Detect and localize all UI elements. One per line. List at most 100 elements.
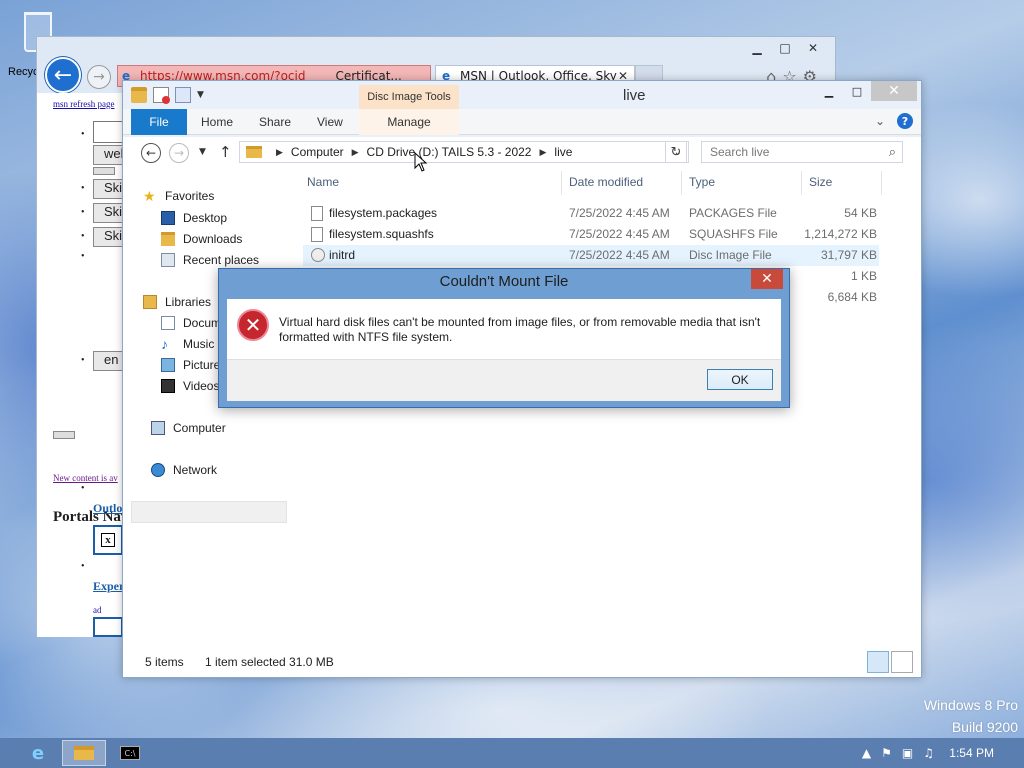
details-view-icon[interactable]: [867, 651, 889, 673]
maximize-button[interactable]: □: [843, 81, 871, 101]
page-input-box[interactable]: [93, 121, 125, 143]
breadcrumb-separator-icon[interactable]: ▶: [352, 147, 359, 158]
forward-button[interactable]: →: [87, 65, 111, 89]
file-row[interactable]: filesystem.squashfs 7/25/2022 4:45 AM SQ…: [303, 224, 879, 245]
large-icons-view-icon[interactable]: [891, 651, 913, 673]
file-row-selected[interactable]: initrd 7/25/2022 4:45 AM Disc Image File…: [303, 245, 879, 266]
selection-info: 1 item selected 31.0 MB: [205, 655, 334, 669]
breadcrumb-computer[interactable]: Computer: [291, 145, 344, 159]
address-bar[interactable]: ▶ Computer ▶ CD Drive (D:) TAILS 5.3 - 2…: [239, 141, 689, 163]
browser-window-controls: ▁ □ ✕: [743, 39, 827, 57]
ad-label: ad: [93, 605, 102, 615]
pictures-icon: [161, 358, 175, 372]
nav-libraries[interactable]: Libraries: [143, 295, 211, 309]
ribbon-tabs: File Home Share View Manage: [123, 109, 921, 135]
nav-recent-places[interactable]: Recent places: [161, 253, 259, 267]
disc-image-tools-tab-group: Disc Image Tools: [359, 85, 459, 109]
new-content-link[interactable]: New content is av: [53, 473, 118, 483]
broken-image[interactable]: x: [93, 525, 123, 555]
taskbar-ie-button[interactable]: e: [16, 740, 60, 766]
forward-button[interactable]: →: [169, 143, 189, 163]
explorer-window-controls: ▁ □ ✕: [815, 81, 917, 101]
page-small-button[interactable]: [53, 431, 75, 439]
volume-icon[interactable]: ♫: [923, 746, 934, 760]
back-button[interactable]: ←: [45, 57, 81, 93]
explorer-titlebar[interactable]: ▼ Disc Image Tools live ▁ □ ✕: [123, 81, 921, 109]
taskbar-cmd-button[interactable]: C:\: [108, 740, 152, 766]
back-arrow-icon: ←: [53, 62, 73, 88]
breadcrumb-separator-icon[interactable]: ▶: [276, 147, 283, 158]
network-icon[interactable]: ▣: [902, 746, 913, 760]
nav-videos[interactable]: Videos: [161, 379, 219, 393]
close-button[interactable]: ✕: [871, 81, 917, 101]
column-header-date[interactable]: Date modified: [569, 175, 643, 189]
nav-computer[interactable]: Computer: [151, 421, 226, 435]
taskbar-explorer-button[interactable]: [62, 740, 106, 766]
tab-file[interactable]: File: [131, 109, 187, 135]
show-hidden-icons-icon[interactable]: ▲: [862, 746, 871, 760]
nav-label: Recent places: [183, 253, 260, 267]
nav-label: Picture: [183, 358, 221, 372]
column-header-name[interactable]: Name: [307, 175, 339, 189]
error-dialog[interactable]: Couldn't Mount File ✕ ✕ Virtual hard dis…: [218, 268, 790, 408]
navigation-bar: ← → ▼ ↑ ▶ Computer ▶ CD Drive (D:) TAILS…: [123, 137, 921, 167]
ok-button[interactable]: OK: [707, 369, 773, 390]
column-divider[interactable]: [681, 171, 682, 195]
recycle-bin-label: Recyc: [8, 66, 39, 78]
refresh-link[interactable]: msn refresh page: [53, 99, 114, 109]
column-divider[interactable]: [881, 171, 882, 195]
column-header-size[interactable]: Size: [809, 175, 832, 189]
minimize-button[interactable]: ▁: [743, 39, 771, 57]
command-prompt-icon: C:\: [120, 746, 140, 760]
close-button[interactable]: ✕: [799, 39, 827, 57]
experience-link[interactable]: Exper: [93, 579, 124, 594]
breadcrumb-separator-icon[interactable]: ▶: [539, 147, 546, 158]
bullet: •: [81, 561, 85, 572]
properties-icon[interactable]: [153, 87, 170, 104]
outlook-link[interactable]: Outlo: [93, 501, 122, 516]
tab-manage[interactable]: Manage: [359, 109, 459, 135]
action-center-flag-icon[interactable]: ⚑: [881, 746, 892, 760]
nav-documents[interactable]: Docum: [161, 316, 221, 330]
search-placeholder: Search live: [710, 145, 770, 159]
tab-home[interactable]: Home: [201, 109, 233, 135]
bullet: •: [81, 129, 85, 140]
nav-desktop[interactable]: Desktop: [161, 211, 227, 225]
column-header-type[interactable]: Type: [689, 175, 715, 189]
customize-toolbar-icon[interactable]: ▼: [197, 90, 204, 100]
dialog-close-button[interactable]: ✕: [751, 269, 783, 289]
file-date: 7/25/2022 4:45 AM: [569, 206, 670, 220]
page-small-button[interactable]: [93, 167, 115, 175]
back-button[interactable]: ←: [141, 143, 161, 163]
nav-favorites[interactable]: ★ Favorites: [143, 189, 214, 203]
new-folder-icon[interactable]: [175, 87, 191, 103]
expand-ribbon-icon[interactable]: ⌄: [875, 114, 885, 128]
nav-music[interactable]: ♪ Music: [161, 337, 214, 351]
maximize-button[interactable]: □: [771, 39, 799, 57]
minimize-button[interactable]: ▁: [815, 81, 843, 101]
nav-downloads[interactable]: Downloads: [161, 232, 242, 246]
recent-locations-icon[interactable]: ▼: [199, 147, 206, 157]
taskbar: e C:\ ▲ ⚑ ▣ ♫ 1:54 PM: [0, 738, 1024, 768]
search-input[interactable]: Search live ⌕: [701, 141, 903, 163]
up-button[interactable]: ↑: [219, 143, 232, 161]
column-divider[interactable]: [561, 171, 562, 195]
breadcrumb-cd-drive[interactable]: CD Drive (D:) TAILS 5.3 - 2022: [367, 145, 532, 159]
file-size: 1 KB: [850, 269, 877, 283]
file-name: initrd: [329, 248, 356, 262]
nav-label: Network: [173, 463, 218, 477]
nav-network[interactable]: Network: [151, 463, 217, 477]
column-divider[interactable]: [801, 171, 802, 195]
ad-image[interactable]: [93, 617, 123, 637]
help-icon[interactable]: ?: [897, 113, 913, 129]
refresh-button[interactable]: ↻: [665, 141, 687, 163]
nav-selection-highlight: [131, 501, 287, 523]
tab-view[interactable]: View: [317, 109, 343, 135]
file-date: 7/25/2022 4:45 AM: [569, 248, 670, 262]
taskbar-clock[interactable]: 1:54 PM: [949, 746, 994, 760]
nav-pictures[interactable]: Picture: [161, 358, 220, 372]
breadcrumb-live[interactable]: live: [554, 145, 572, 159]
file-row[interactable]: filesystem.packages 7/25/2022 4:45 AM PA…: [303, 203, 879, 224]
tab-share[interactable]: Share: [259, 109, 291, 135]
bullet: •: [81, 207, 85, 218]
